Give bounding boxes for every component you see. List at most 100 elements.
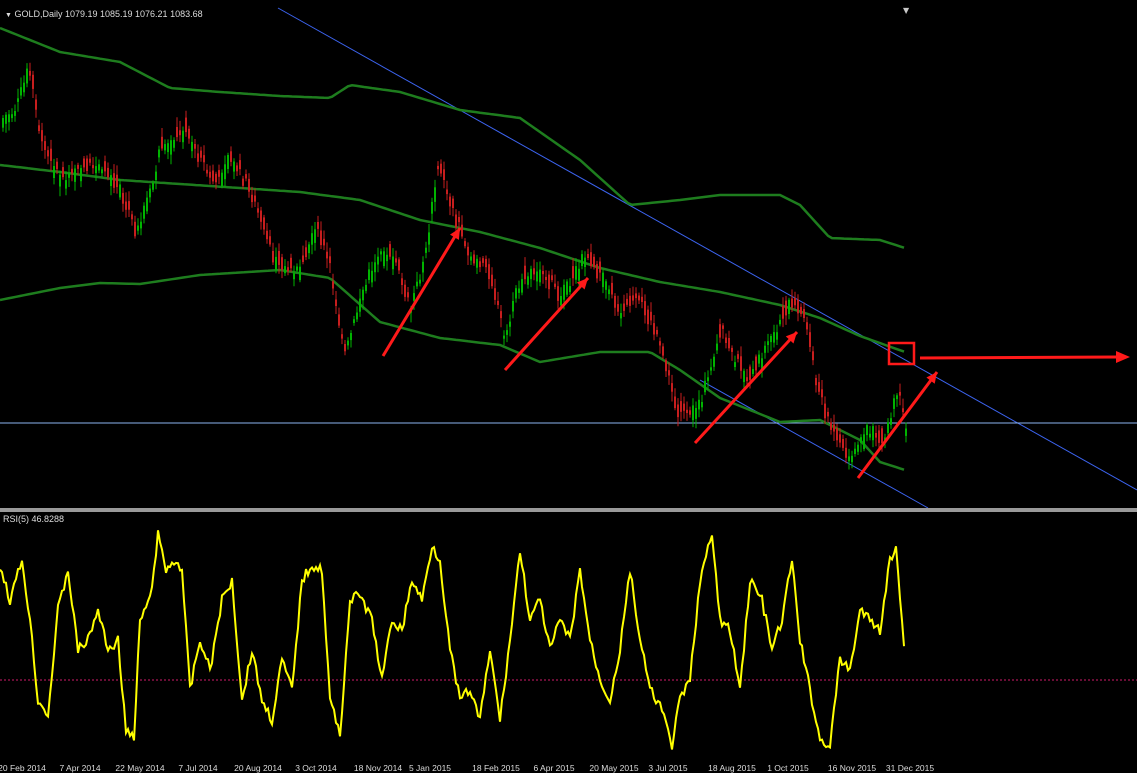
candle-body <box>194 144 196 149</box>
candle-body <box>368 269 370 280</box>
candle-body <box>23 82 25 93</box>
candle-body <box>539 269 541 283</box>
candle-body <box>650 311 652 321</box>
candle-body <box>587 254 589 258</box>
x-tick-label: 1 Oct 2015 <box>767 763 809 773</box>
candle-body <box>272 251 274 263</box>
candle-body <box>29 70 31 76</box>
candle-body <box>653 323 655 335</box>
candle-body <box>89 158 91 163</box>
candle-body <box>452 198 454 208</box>
candle-body <box>323 238 325 246</box>
candle-body <box>404 284 406 297</box>
candle-body <box>713 356 715 367</box>
panel-separator[interactable] <box>0 508 1137 512</box>
candle-body <box>827 411 829 417</box>
candle-body <box>707 377 709 382</box>
candle-body <box>293 273 295 280</box>
candle-body <box>467 246 469 256</box>
candle-body <box>149 188 151 198</box>
candle-body <box>311 233 313 245</box>
candle-body <box>17 98 19 102</box>
candle-body <box>86 158 88 171</box>
candle-body <box>872 426 874 441</box>
candle-body <box>665 360 667 372</box>
candle-body <box>446 189 448 195</box>
candle-body <box>11 114 13 119</box>
candle-body <box>503 335 505 339</box>
candle-body <box>110 175 112 186</box>
candle-body <box>455 214 457 228</box>
candle-body <box>626 298 628 305</box>
candle-body <box>593 256 595 267</box>
x-tick-label: 18 Nov 2014 <box>353 763 403 773</box>
candle-body <box>854 448 856 454</box>
candle-body <box>644 301 646 316</box>
candle-body <box>794 297 796 306</box>
candle-body <box>302 255 304 262</box>
candle-body <box>161 136 163 149</box>
candle-body <box>818 382 820 392</box>
candle-body <box>512 301 514 312</box>
candle-body <box>836 428 838 441</box>
candle-body <box>338 314 340 326</box>
candle-body <box>887 422 889 433</box>
candle-body <box>635 293 637 299</box>
candle-body <box>437 165 439 170</box>
candle-body <box>278 251 280 265</box>
x-tick-label: 5 Jan 2015 <box>408 763 452 773</box>
candle-body <box>212 170 214 182</box>
x-tick-label: 3 Jul 2015 <box>648 763 688 773</box>
candle-body <box>500 311 502 319</box>
candle-body <box>458 217 460 223</box>
candle-body <box>704 380 706 393</box>
candle-body <box>890 418 892 425</box>
candle-body <box>284 266 286 274</box>
candle-body <box>782 306 784 319</box>
candle-body <box>857 444 859 452</box>
candle-body <box>749 366 751 380</box>
triangle-down-icon[interactable]: ▼ <box>5 12 12 19</box>
candle-body <box>77 164 79 169</box>
candle-body <box>44 141 46 150</box>
candle-body <box>845 447 847 458</box>
candle-body <box>14 111 16 116</box>
candle-body <box>26 68 28 84</box>
candle-body <box>206 169 208 174</box>
rsi-title: RSI(5) 46.8288 <box>3 514 65 524</box>
candle-body <box>431 201 433 214</box>
candle-body <box>830 422 832 430</box>
candle-body <box>677 404 679 418</box>
candle-body <box>710 367 712 371</box>
candle-body <box>731 347 733 352</box>
candle-body <box>602 272 604 288</box>
candle-body <box>806 322 808 330</box>
chart-shift-marker-icon[interactable]: ▼ <box>903 6 909 15</box>
candle-body <box>371 270 373 283</box>
candle-body <box>533 268 535 275</box>
candle-body <box>179 130 181 136</box>
candle-body <box>383 251 385 267</box>
candle-body <box>773 332 775 343</box>
x-tick-label: 20 Feb 2014 <box>0 763 46 773</box>
candle-body <box>245 174 247 179</box>
candle-body <box>389 244 391 257</box>
candle-body <box>839 434 841 443</box>
candle-body <box>2 118 4 128</box>
candle-body <box>752 369 754 374</box>
candle-body <box>617 304 619 312</box>
candle-body <box>344 344 346 352</box>
candle-body <box>470 256 472 261</box>
candle-body <box>620 313 622 319</box>
red-horizontal-arrow-shaft <box>919 355 1119 360</box>
candle-body <box>542 271 544 275</box>
candle-body <box>164 144 166 151</box>
candle-body <box>632 295 634 301</box>
candle-body <box>131 214 133 220</box>
candle-body <box>434 187 436 202</box>
candle-body <box>224 164 226 180</box>
candle-body <box>572 266 574 279</box>
candle-body <box>215 173 217 183</box>
candle-body <box>155 171 157 181</box>
candle-body <box>128 201 130 210</box>
